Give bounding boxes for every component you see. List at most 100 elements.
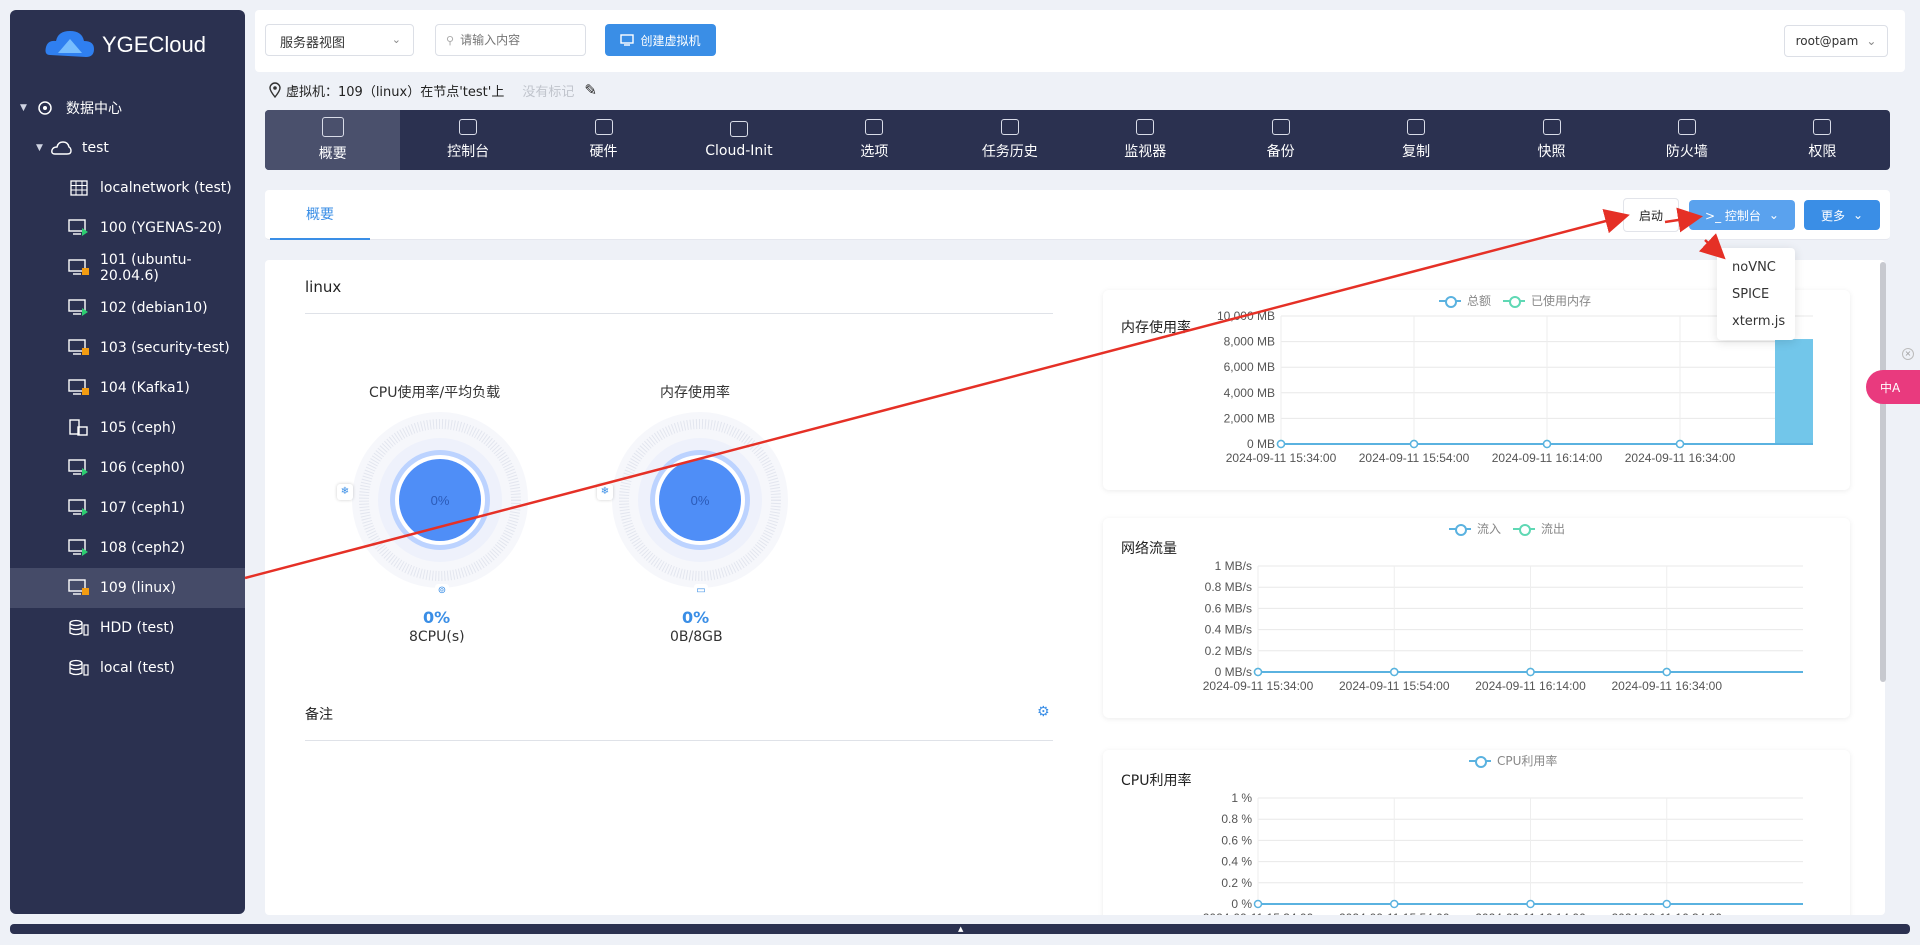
create-vm-button[interactable]: 创建虚拟机 [605,24,716,56]
y-tick-label: 1 % [1231,791,1252,805]
breadcrumb-text: 虚拟机：109（linux）在节点'test'上 [286,84,505,100]
menu-item-xtermjs[interactable]: xterm.js [1717,308,1795,335]
tree-label: 106 (ceph0) [100,460,186,476]
sub-tab-bar: 概要 启动 >_ 控制台 ⌄ 更多 ⌄ [265,190,1890,240]
nav-tab-icon [1677,119,1696,135]
tree-item-vm[interactable]: 105 (ceph) [10,408,245,448]
search-input[interactable] [460,33,561,47]
x-tick-label: 2024-09-11 16:14:00 [1475,911,1586,915]
nav-tab[interactable]: 防火墙 [1619,110,1754,170]
caret-up-icon[interactable]: ▲ [958,925,963,933]
nav-tab[interactable]: Cloud-Init [671,110,806,170]
ram-icon: ▭ [694,584,708,598]
data-point [1390,667,1399,677]
vm-running-icon [68,459,90,477]
x-tick-label: 2024-09-11 16:34:00 [1611,911,1722,915]
menu-item-spice[interactable]: SPICE [1717,281,1795,308]
nav-tab-label: 复制 [1402,144,1431,160]
network-chart: 0 MB/s 0.2 MB/s 0.4 MB/s 0.6 MB/s 0.8 MB/s 1 … [1203,559,1803,693]
nav-tab[interactable]: 概要 [265,110,401,170]
nav-tab-icon [729,121,748,137]
memory-chip-icon: ❄ [597,484,613,500]
tree-item-vm[interactable]: 107 (ceph1) [10,488,245,528]
data-point [1675,439,1685,449]
y-tick-label: 0 MB [1247,437,1275,451]
notes-label: 备注 [305,707,333,723]
menu-item-novnc[interactable]: noVNC [1717,254,1795,281]
vm-stopped-icon [68,579,90,597]
y-tick-label: 0.2 % [1221,876,1252,890]
y-tick-label: 0.8 MB/s [1205,580,1252,594]
close-icon[interactable]: × [1902,348,1914,360]
start-button[interactable]: 启动 [1623,198,1679,232]
tree-item-vm[interactable]: 109 (linux) [10,568,245,608]
memory-gauge-label: 内存使用率 [660,385,730,401]
tree-item-node-test[interactable]: ▼ test [10,128,245,168]
more-button[interactable]: 更多 ⌄ [1804,200,1880,230]
nav-tab-icon [865,119,884,135]
nav-tabs: 概要 控制台 硬件 Cloud-Init 选项 任务历史 监视器 备份 复制 快照 防火墙 权限 [265,110,1890,170]
nav-tab[interactable]: 快照 [1484,110,1619,170]
vm-template-icon [68,419,90,437]
nav-tab[interactable]: 控制台 [400,110,535,170]
tree-item-vm[interactable]: localnetwork (test) [10,168,245,208]
tree-item-vm[interactable]: 101 (ubuntu-20.04.6) [10,248,245,288]
memory-gauge: 0% [612,412,788,588]
scrollbar[interactable] [1880,262,1886,682]
y-tick-label: 0.4 % [1221,855,1252,869]
breadcrumb: 虚拟机：109（linux）在节点'test'上 没有标记 ✎ [268,80,597,100]
tree-item-vm[interactable]: 106 (ceph0) [10,448,245,488]
top-bar: 服务器视图 ⌄ ⚲ 创建虚拟机 root@pam ⌄ [255,10,1905,72]
tree-label: 103 (security-test) [100,340,230,356]
gear-icon[interactable]: ⚙ [1037,704,1050,720]
nav-tab[interactable]: 任务历史 [942,110,1077,170]
view-select-value: 服务器视图 [280,35,346,50]
vm-running-icon [68,299,90,317]
data-point [1253,667,1263,677]
caret-down-icon[interactable]: ▼ [20,103,34,113]
tree-item-vm[interactable]: 108 (ceph2) [10,528,245,568]
summary-panel: linux CPU使用率/平均负载 0% ❄ ⊚ 0% 8CPU(s) 内存使用… [265,260,1885,915]
search-box[interactable]: ⚲ [435,24,586,56]
network-chart-card: 网络流量 流入 流出 0 MB/s 0.2 MB/s 0.4 MB/s 0.6 MB/… [1103,518,1850,718]
tree-item-vm[interactable]: 104 (Kafka1) [10,368,245,408]
tree-item-vm[interactable]: HDD (test) [10,608,245,648]
view-select[interactable]: 服务器视图 ⌄ [265,24,414,56]
search-icon: ⚲ [446,33,455,47]
nav-tab-icon [1271,119,1290,135]
tree-label: 102 (debian10) [100,300,208,316]
user-name: root@pam [1795,34,1859,48]
cloud-logo-icon [45,31,94,57]
tab-summary[interactable]: 概要 [270,190,370,240]
nav-tab-label: 监视器 [1124,144,1167,160]
nav-tab-label: Cloud-Init [705,143,773,159]
tree-label: HDD (test) [100,620,175,636]
vm-stopped-icon [68,259,90,277]
nav-tab[interactable]: 备份 [1213,110,1348,170]
nav-tab[interactable]: 选项 [807,110,942,170]
tree-item-vm[interactable]: 100 (YGENAS-20) [10,208,245,248]
tree-item-vm[interactable]: 102 (debian10) [10,288,245,328]
tree-label: 105 (ceph) [100,420,177,436]
nav-tab[interactable]: 权限 [1755,110,1890,170]
x-tick-label: 2024-09-11 16:34:00 [1625,451,1736,465]
translate-widget[interactable]: 中A [1866,370,1920,404]
caret-down-icon[interactable]: ▼ [36,143,50,153]
tree-item-datacenter[interactable]: ▼ 数据中心 [10,88,245,128]
nav-tab[interactable]: 复制 [1348,110,1483,170]
y-tick-label: 10,000 MB [1217,309,1275,323]
tree-item-vm[interactable]: 103 (security-test) [10,328,245,368]
vm-running-icon [68,539,90,557]
bottom-collapse-bar[interactable]: ▲ [10,924,1910,934]
cpu-chip-icon: ❄ [337,484,353,500]
cpu-chart-card: CPU利用率 CPU利用率 0 % 0.2 % 0.4 % 0.6 % 0.8 % 1 %… [1103,750,1850,915]
tree-item-vm[interactable]: local (test) [10,648,245,688]
nav-tab[interactable]: 硬件 [536,110,671,170]
user-menu-button[interactable]: root@pam ⌄ [1784,25,1888,57]
console-button[interactable]: >_ 控制台 ⌄ [1689,200,1795,230]
data-point [1253,899,1263,909]
memory-percent: 0% [682,608,710,627]
edit-pencil-icon[interactable]: ✎ [584,81,597,99]
vm-running-icon [68,219,90,237]
nav-tab[interactable]: 监视器 [1078,110,1213,170]
